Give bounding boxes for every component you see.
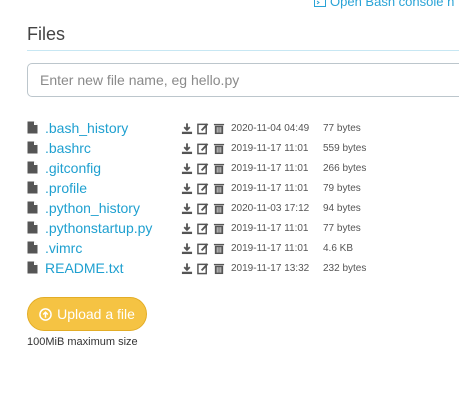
file-row: .vimrc 2019-11-17 11:01 4.6 KB bbox=[27, 238, 366, 258]
edit-icon[interactable] bbox=[197, 161, 209, 175]
download-icon[interactable] bbox=[181, 261, 193, 275]
page-title: Files bbox=[27, 24, 66, 44]
file-modified-date: 2019-11-17 11:01 bbox=[231, 242, 309, 254]
trash-icon[interactable] bbox=[213, 161, 225, 175]
file-size: 77 bytes bbox=[323, 122, 361, 134]
file-row: .pythonstartup.py 2019-11-17 11:01 77 byte… bbox=[27, 218, 366, 238]
upload-file-button[interactable]: Upload a file bbox=[27, 297, 147, 331]
terminal-icon bbox=[314, 0, 326, 7]
file-icon bbox=[27, 121, 39, 135]
file-row: .python_history 2020-11-03 17:12 94 bytes bbox=[27, 198, 366, 218]
title-divider bbox=[27, 50, 459, 51]
edit-icon[interactable] bbox=[197, 121, 209, 135]
file-name-link[interactable]: .bashrc bbox=[45, 140, 181, 156]
file-icon bbox=[27, 221, 39, 235]
file-name-link[interactable]: .profile bbox=[45, 180, 181, 196]
trash-icon[interactable] bbox=[213, 241, 225, 255]
download-icon[interactable] bbox=[181, 241, 193, 255]
file-size: 94 bytes bbox=[323, 202, 361, 214]
file-row: README.txt 2019-11-17 13:32 232 bytes bbox=[27, 258, 366, 278]
file-modified-date: 2020-11-04 04:49 bbox=[231, 122, 310, 134]
file-name-link[interactable]: .vimrc bbox=[45, 240, 181, 256]
download-icon[interactable] bbox=[181, 221, 193, 235]
file-size: 266 bytes bbox=[323, 162, 367, 174]
file-icon bbox=[27, 181, 39, 195]
edit-icon[interactable] bbox=[197, 201, 209, 215]
download-icon[interactable] bbox=[181, 161, 193, 175]
file-size: 559 bytes bbox=[323, 142, 367, 154]
file-size: 232 bytes bbox=[323, 262, 367, 274]
upload-size-note: 100MiB maximum size bbox=[27, 336, 138, 348]
download-icon[interactable] bbox=[181, 121, 193, 135]
file-icon bbox=[27, 161, 39, 175]
file-list: .bash_history 2020-11-04 04:49 77 bytes .ba… bbox=[27, 118, 366, 278]
new-file-input[interactable] bbox=[27, 63, 459, 97]
file-modified-date: 2019-11-17 11:01 bbox=[231, 182, 309, 194]
trash-icon[interactable] bbox=[213, 141, 225, 155]
file-icon bbox=[27, 201, 39, 215]
file-size: 79 bytes bbox=[323, 182, 361, 194]
download-icon[interactable] bbox=[181, 201, 193, 215]
file-size: 77 bytes bbox=[323, 222, 361, 234]
edit-icon[interactable] bbox=[197, 261, 209, 275]
file-row: .profile 2019-11-17 11:01 79 bytes bbox=[27, 178, 366, 198]
download-icon[interactable] bbox=[181, 181, 193, 195]
edit-icon[interactable] bbox=[197, 221, 209, 235]
edit-icon[interactable] bbox=[197, 141, 209, 155]
file-modified-date: 2019-11-17 13:32 bbox=[231, 262, 310, 274]
trash-icon[interactable] bbox=[213, 261, 225, 275]
file-modified-date: 2020-11-03 17:12 bbox=[231, 202, 310, 214]
file-name-link[interactable]: README.txt bbox=[45, 260, 181, 276]
trash-icon[interactable] bbox=[213, 121, 225, 135]
file-name-link[interactable]: .python_history bbox=[45, 200, 181, 216]
file-row: .bashrc 2019-11-17 11:01 559 bytes bbox=[27, 138, 366, 158]
download-icon[interactable] bbox=[181, 141, 193, 155]
file-name-link[interactable]: .bash_history bbox=[45, 120, 181, 136]
trash-icon[interactable] bbox=[213, 201, 225, 215]
upload-button-label: Upload a file bbox=[57, 306, 135, 322]
file-name-link[interactable]: .pythonstartup.py bbox=[45, 220, 181, 236]
file-icon bbox=[27, 141, 39, 155]
trash-icon[interactable] bbox=[213, 181, 225, 195]
upload-circle-icon bbox=[39, 307, 52, 321]
file-name-link[interactable]: .gitconfig bbox=[45, 160, 181, 176]
file-icon bbox=[27, 241, 39, 255]
edit-icon[interactable] bbox=[197, 241, 209, 255]
open-bash-console-link[interactable]: Open Bash console h bbox=[314, 0, 454, 9]
file-row: .bash_history 2020-11-04 04:49 77 bytes bbox=[27, 118, 366, 138]
file-modified-date: 2019-11-17 11:01 bbox=[231, 142, 309, 154]
edit-icon[interactable] bbox=[197, 181, 209, 195]
file-size: 4.6 KB bbox=[323, 242, 354, 254]
trash-icon[interactable] bbox=[213, 221, 225, 235]
file-icon bbox=[27, 261, 39, 275]
file-modified-date: 2019-11-17 11:01 bbox=[231, 222, 309, 234]
file-row: .gitconfig 2019-11-17 11:01 266 bytes bbox=[27, 158, 366, 178]
open-bash-console-label: Open Bash console h bbox=[330, 0, 455, 9]
file-modified-date: 2019-11-17 11:01 bbox=[231, 162, 309, 174]
